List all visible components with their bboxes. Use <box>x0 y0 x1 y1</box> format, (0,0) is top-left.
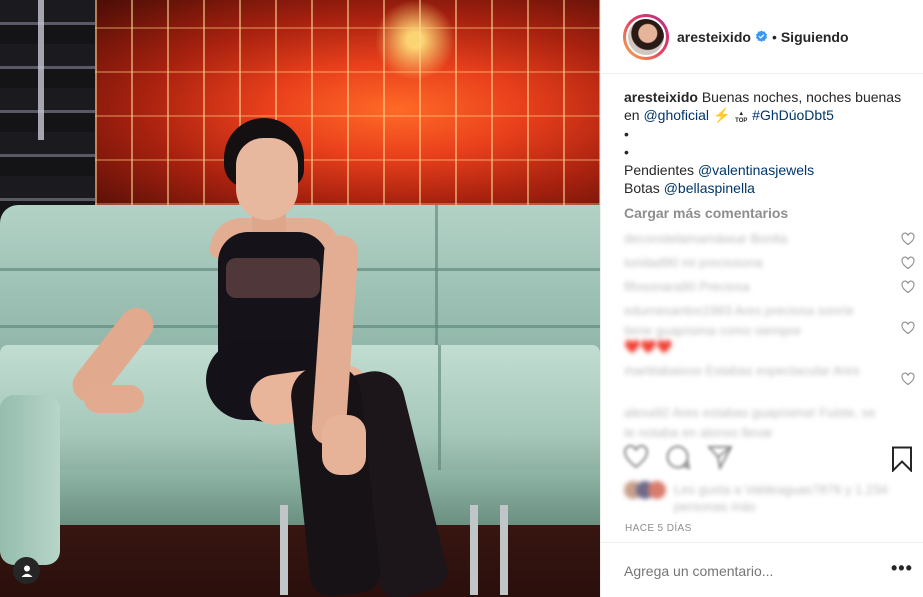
background-grid-horizontal <box>95 0 600 205</box>
comment: ❤️❤️❤️ <box>624 339 673 354</box>
heart-icon[interactable] <box>901 372 915 386</box>
more-options-icon[interactable]: ••• <box>891 558 913 579</box>
woman-face <box>236 138 298 220</box>
comment: toridad90 mi preciosona <box>624 255 763 270</box>
likes-avatars <box>624 481 670 499</box>
profile-avatar-ring[interactable] <box>623 13 669 60</box>
sofa-arm <box>0 395 60 565</box>
avatar <box>648 481 666 499</box>
woman-dress-sheer-panel <box>226 258 320 298</box>
comment: martitabaixoo Estabas espectacular Ares <box>624 363 860 378</box>
comment: edurnesantos1983 Ares preciosa sonríe ti… <box>624 303 854 338</box>
caption-hashtag[interactable]: #GhDúoDbt5 <box>752 107 834 123</box>
comment: deconstelamamáwue Bonita <box>624 231 788 246</box>
sofa-leg <box>500 505 508 595</box>
verified-badge-icon <box>755 30 768 42</box>
comment-icon[interactable] <box>665 444 691 470</box>
header-username[interactable]: aresteixido <box>677 29 751 45</box>
heart-icon[interactable] <box>623 444 649 470</box>
top-arrow-emoji: ▲ TOP <box>735 111 748 124</box>
following-button[interactable]: Siguiendo <box>781 29 849 45</box>
woman-left-hand <box>84 385 144 413</box>
comment: alexa92 Ares estabas guapísima! Fuiste, … <box>624 405 876 440</box>
avatar[interactable] <box>626 16 666 57</box>
lightning-emoji: ⚡ <box>712 107 731 123</box>
bookmark-icon[interactable] <box>891 446 913 472</box>
caption-bullet: • <box>624 126 629 142</box>
user-tag-icon[interactable] <box>13 557 40 584</box>
caption-bullet: • <box>624 144 629 160</box>
heart-icon[interactable] <box>901 256 915 270</box>
sofa-seam <box>438 345 441 475</box>
background-stairs <box>0 0 95 220</box>
header-separator: • <box>771 28 777 45</box>
sofa-seam <box>435 205 438 345</box>
caption-boots-label: Botas <box>624 180 660 196</box>
woman-right-hand <box>322 415 366 475</box>
post-caption: aresteixido Buenas noches, noches buenas… <box>624 88 914 197</box>
share-icon[interactable] <box>707 444 733 470</box>
caption-mention-ghoficial[interactable]: @ghoficial <box>643 107 709 123</box>
post-actions <box>623 444 923 476</box>
background-stairs-rail <box>38 0 44 140</box>
likes-summary[interactable]: Les gusta a Valdeaguas7876 y 1.234 perso… <box>624 481 894 517</box>
caption-username[interactable]: aresteixido <box>624 89 698 105</box>
caption-mention-bellaspinella[interactable]: @bellaspinella <box>664 180 755 196</box>
post-sidebar: aresteixido • Siguiendo aresteixido Buen… <box>600 0 923 597</box>
post-photo[interactable] <box>0 0 600 597</box>
likes-text: Les gusta a Valdeaguas7876 y 1.234 perso… <box>674 482 888 514</box>
heart-icon[interactable] <box>901 321 915 335</box>
sofa-leg <box>280 505 288 595</box>
add-comment-bar: ••• <box>601 542 923 597</box>
sofa-leg <box>470 505 478 595</box>
comment: fifosonara90 Preciosa <box>624 279 750 294</box>
add-comment-input[interactable] <box>624 563 864 579</box>
load-more-comments-button[interactable]: Cargar más comentarios <box>624 205 788 221</box>
heart-icon[interactable] <box>901 232 915 246</box>
heart-icon[interactable] <box>901 280 915 294</box>
post-header: aresteixido • Siguiendo <box>601 0 923 74</box>
caption-earrings-label: Pendientes <box>624 162 695 178</box>
post-timestamp[interactable]: HACE 5 DÍAS <box>625 523 692 534</box>
caption-mention-jewels[interactable]: @valentinasjewels <box>698 162 814 178</box>
top-arrow-emoji-label: TOP <box>735 118 748 124</box>
